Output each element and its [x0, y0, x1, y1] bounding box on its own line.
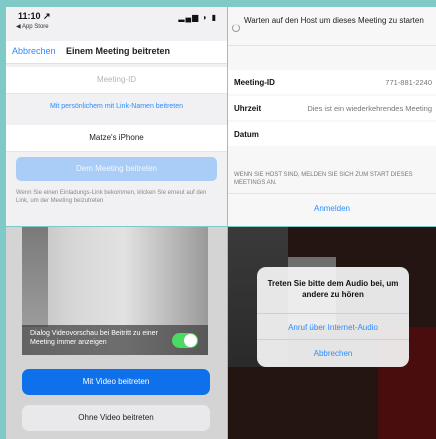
host-note: WENN SIE HOST SIND, MELDEN SIE SICH ZUM …	[234, 172, 413, 186]
back-to-app-store-link[interactable]: ◀ App Store	[16, 23, 49, 30]
meeting-id-placeholder: Meeting-ID	[96, 75, 137, 84]
loading-spinner-icon	[232, 24, 240, 32]
display-name-input[interactable]: Matze's iPhone	[6, 125, 227, 152]
personal-link-label: Mit persönlichem mit Link-Namen beitrete…	[49, 103, 184, 110]
cancel-button[interactable]: Abbrechen	[12, 46, 56, 56]
divider	[257, 339, 409, 340]
join-audio-alert: Treten Sie bitte dem Audio bei, um ander…	[257, 267, 409, 367]
page-title: Einem Meeting beitreten	[66, 46, 171, 56]
status-bar: 11:10 ↗ ◀ App Store ▂▄▆ ◗ ▮	[14, 11, 219, 35]
login-button[interactable]: Anmelden	[228, 204, 436, 213]
meeting-id-value: 771-881-2240	[385, 78, 432, 87]
waiting-message: Warten auf den Host um dieses Meeting zu…	[244, 16, 424, 25]
join-meeting-label: Dem Meeting beitreten	[76, 164, 157, 173]
status-time: 11:10 ↗	[18, 11, 51, 21]
join-meeting-button[interactable]: Dem Meeting beitreten	[16, 157, 217, 181]
meeting-id-input[interactable]: Meeting-ID	[6, 67, 227, 94]
join-without-video-label: Ohne Video beitreten	[78, 413, 154, 422]
status-indicators-icon: ▂▄▆ ◗ ▮	[178, 13, 217, 22]
invite-link-hint: Wenn Sie einen Einladungs-Link bekommen,…	[16, 190, 207, 204]
personal-link-button[interactable]: Mit persönlichem mit Link-Namen beitrete…	[6, 94, 227, 120]
camera-preview: Dialog Videovorschau bei Beitritt zu ein…	[22, 227, 208, 355]
time-label: Uhrzeit	[234, 104, 262, 113]
meeting-id-row: Meeting-ID 771-881-2240	[228, 70, 436, 94]
join-without-video-button[interactable]: Ohne Video beitreten	[22, 405, 210, 431]
waiting-for-host-screen: Warten auf den Host um dieses Meeting zu…	[228, 7, 436, 226]
internet-audio-button[interactable]: Anruf über Internet-Audio	[257, 323, 409, 332]
nav-bar: Abbrechen Einem Meeting beitreten	[6, 41, 227, 64]
date-row: Datum	[228, 122, 436, 146]
alert-cancel-button[interactable]: Abbrechen	[257, 349, 409, 358]
preview-toggle-label: Dialog Videovorschau bei Beitritt zu ein…	[30, 330, 158, 346]
preview-toggle-switch[interactable]	[172, 333, 198, 348]
display-name-value: Matze's iPhone	[89, 133, 144, 142]
join-meeting-screen: 11:10 ↗ ◀ App Store ▂▄▆ ◗ ▮ Abbrechen Ei…	[6, 7, 227, 226]
toggle-knob	[184, 334, 197, 347]
video-preview-screen: Dialog Videovorschau bei Beitritt zu ein…	[6, 227, 227, 439]
date-label: Datum	[234, 130, 259, 139]
alert-title: Treten Sie bitte dem Audio bei, um ander…	[267, 279, 399, 299]
audio-dialog-screen: Treten Sie bitte dem Audio bei, um ander…	[228, 227, 436, 439]
join-with-video-label: Mit Video beitreten	[82, 377, 150, 386]
time-value: Dies ist ein wiederkehrendes Meeting	[307, 104, 432, 113]
divider	[228, 193, 436, 194]
camera-preview-image	[22, 227, 48, 327]
divider	[228, 45, 436, 46]
time-row: Uhrzeit Dies ist ein wiederkehrendes Mee…	[228, 96, 436, 120]
preview-toggle-bar: Dialog Videovorschau bei Beitritt zu ein…	[22, 325, 208, 355]
join-with-video-button[interactable]: Mit Video beitreten	[22, 369, 210, 395]
divider	[257, 313, 409, 314]
meeting-id-label: Meeting-ID	[234, 78, 275, 87]
